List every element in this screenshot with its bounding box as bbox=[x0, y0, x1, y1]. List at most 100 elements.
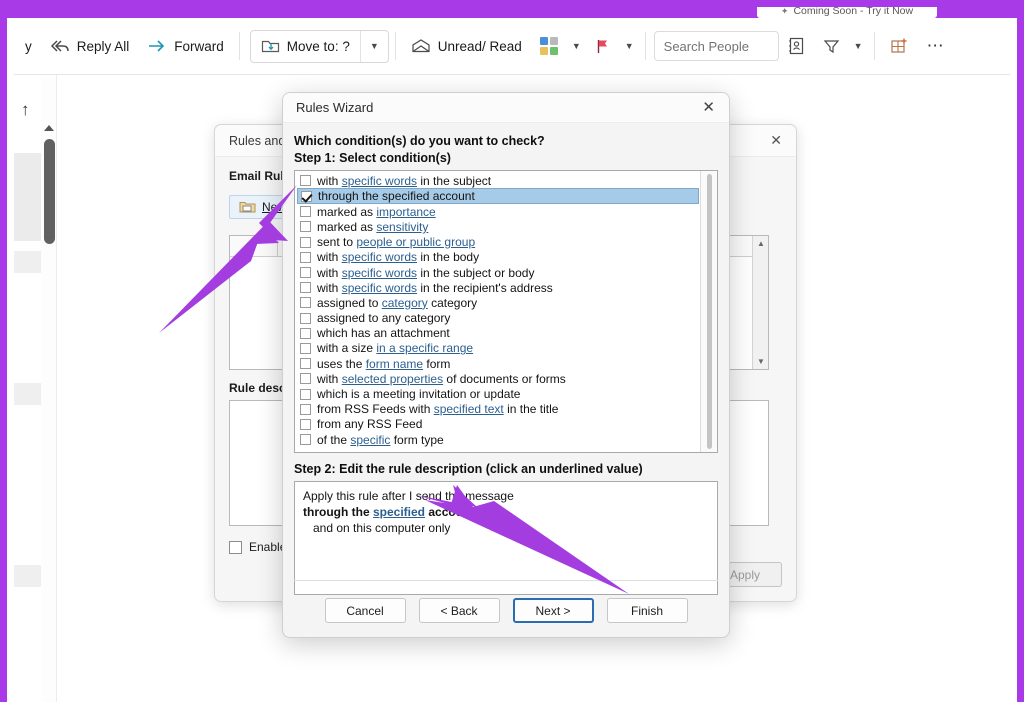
condition-row[interactable]: assigned to category category bbox=[297, 295, 700, 310]
scroll-up-arrow-icon[interactable]: ▲ bbox=[757, 239, 765, 248]
condition-value-link[interactable]: specific words bbox=[342, 174, 417, 188]
cancel-button[interactable]: Cancel bbox=[324, 598, 406, 623]
condition-checkbox[interactable] bbox=[300, 434, 311, 446]
move-to-control[interactable]: Move to: ? ▼ bbox=[249, 29, 389, 63]
rule-description-editor[interactable]: Apply this rule after I send the message… bbox=[294, 481, 718, 595]
condition-value-link[interactable]: specific words bbox=[342, 281, 417, 295]
enable-rule-checkbox[interactable] bbox=[229, 540, 242, 554]
condition-row[interactable]: assigned to any category bbox=[297, 311, 700, 326]
specified-link[interactable]: specified bbox=[373, 505, 425, 519]
condition-row[interactable]: with a size in a specific range bbox=[297, 341, 700, 356]
categorize-button[interactable] bbox=[531, 30, 567, 62]
condition-row[interactable]: from RSS Feeds with specified text in th… bbox=[297, 402, 700, 417]
move-to-button[interactable]: Move to: ? bbox=[251, 31, 360, 62]
condition-checkbox[interactable] bbox=[300, 267, 311, 279]
description-line-3: and on this computer only bbox=[313, 521, 451, 535]
scroll-down-arrow-icon[interactable]: ▼ bbox=[757, 357, 765, 366]
scrollbar-up-arrow-icon[interactable] bbox=[44, 125, 54, 131]
condition-checkbox[interactable] bbox=[300, 221, 311, 233]
condition-checkbox[interactable] bbox=[300, 282, 311, 294]
condition-checkbox[interactable] bbox=[300, 342, 311, 354]
address-book-icon bbox=[788, 37, 805, 55]
address-book-button[interactable] bbox=[779, 30, 814, 62]
condition-label: assigned to any category bbox=[317, 311, 451, 326]
condition-value-link[interactable]: specified text bbox=[434, 402, 504, 416]
add-in-button[interactable] bbox=[881, 30, 918, 62]
toolbar-divider-2 bbox=[394, 32, 396, 60]
rules-list-scrollbar[interactable]: ▲ ▼ bbox=[752, 236, 768, 369]
scrollbar-thumb[interactable] bbox=[44, 139, 55, 244]
condition-row[interactable]: marked as sensitivity bbox=[297, 219, 700, 234]
flag-button[interactable] bbox=[586, 31, 620, 62]
condition-row[interactable]: with specific words in the subject or bo… bbox=[297, 265, 700, 280]
enable-rule-row[interactable]: Enable bbox=[229, 540, 286, 554]
condition-value-link[interactable]: specific words bbox=[342, 250, 417, 264]
condition-label: marked as sensitivity bbox=[317, 219, 429, 234]
condition-value-link[interactable]: specific bbox=[350, 433, 390, 447]
filter-chevron-down-icon[interactable]: ▼ bbox=[849, 41, 868, 51]
condition-row[interactable]: uses the form name form bbox=[297, 356, 700, 371]
condition-row[interactable]: with selected properties of documents or… bbox=[297, 371, 700, 386]
condition-row[interactable]: sent to people or public group bbox=[297, 235, 700, 250]
rules-wizard-title: Rules Wizard bbox=[296, 100, 374, 115]
condition-value-link[interactable]: in a specific range bbox=[376, 341, 473, 355]
condition-row[interactable]: with specific words in the subject bbox=[297, 173, 700, 188]
coming-soon-banner[interactable]: ✦ Coming Soon - Try it Now bbox=[757, 7, 937, 18]
conditions-list[interactable]: with specific words in the subject throug… bbox=[294, 170, 718, 453]
close-icon[interactable]: ✕ bbox=[766, 132, 786, 149]
condition-checkbox[interactable] bbox=[300, 175, 311, 187]
condition-checkbox[interactable] bbox=[300, 358, 311, 370]
scroll-up-arrow-icon[interactable]: ↑ bbox=[21, 101, 30, 118]
toolbar-divider-3 bbox=[644, 32, 646, 60]
condition-row[interactable]: which has an attachment bbox=[297, 326, 700, 341]
condition-value-link[interactable]: specific words bbox=[342, 266, 417, 280]
condition-row[interactable]: from any RSS Feed bbox=[297, 417, 700, 432]
condition-checkbox[interactable] bbox=[300, 251, 311, 263]
conditions-list-scrollbar[interactable] bbox=[700, 171, 717, 452]
condition-value-link[interactable]: importance bbox=[376, 205, 435, 219]
reply-button[interactable]: y bbox=[16, 32, 41, 61]
condition-label: assigned to category category bbox=[317, 295, 478, 310]
condition-label: marked as importance bbox=[317, 204, 436, 219]
reply-all-button[interactable]: Reply All bbox=[41, 31, 139, 61]
condition-checkbox[interactable] bbox=[300, 297, 311, 309]
condition-checkbox[interactable] bbox=[300, 327, 311, 339]
condition-checkbox[interactable] bbox=[300, 206, 311, 218]
search-people-input[interactable] bbox=[653, 31, 779, 61]
categorize-chevron-down-icon[interactable]: ▼ bbox=[567, 41, 586, 51]
filter-button[interactable] bbox=[814, 31, 849, 62]
condition-checkbox[interactable] bbox=[300, 388, 311, 400]
finish-button[interactable]: Finish bbox=[606, 598, 688, 623]
scrollbar-thumb[interactable] bbox=[707, 174, 712, 449]
condition-checkbox[interactable] bbox=[300, 373, 311, 385]
flag-chevron-down-icon[interactable]: ▼ bbox=[620, 41, 639, 51]
condition-checkbox[interactable] bbox=[300, 403, 311, 415]
condition-row[interactable]: marked as importance bbox=[297, 204, 700, 219]
wizard-button-row: Cancel < Back Next > Finish bbox=[283, 598, 729, 623]
condition-value-link[interactable]: sensitivity bbox=[376, 220, 428, 234]
unread-read-button[interactable]: Unread/ Read bbox=[402, 31, 531, 61]
condition-value-link[interactable]: selected properties bbox=[342, 372, 443, 386]
condition-row[interactable]: with specific words in the recipient's a… bbox=[297, 280, 700, 295]
condition-value-link[interactable]: form name bbox=[366, 357, 423, 371]
condition-row[interactable]: which is a meeting invitation or update bbox=[297, 386, 700, 401]
back-button[interactable]: < Back bbox=[418, 598, 500, 623]
condition-row[interactable]: through the specified account bbox=[297, 188, 699, 205]
move-to-label: Move to: ? bbox=[286, 38, 350, 54]
condition-checkbox[interactable] bbox=[300, 236, 311, 248]
chevron-down-icon[interactable]: ▼ bbox=[361, 31, 388, 62]
condition-row[interactable]: with specific words in the body bbox=[297, 250, 700, 265]
rules-wizard-body: Which condition(s) do you want to check?… bbox=[283, 123, 729, 637]
message-list-scrollbar[interactable] bbox=[41, 75, 57, 702]
next-button[interactable]: Next > bbox=[512, 598, 594, 623]
condition-label: with specific words in the recipient's a… bbox=[317, 280, 553, 295]
condition-row[interactable]: of the specific form type bbox=[297, 432, 700, 447]
more-options-button[interactable]: ⋯ bbox=[918, 34, 954, 58]
condition-checkbox[interactable] bbox=[301, 190, 312, 202]
forward-button[interactable]: Forward bbox=[138, 31, 233, 61]
close-icon[interactable]: ✕ bbox=[699, 100, 718, 115]
condition-checkbox[interactable] bbox=[300, 312, 311, 324]
condition-checkbox[interactable] bbox=[300, 418, 311, 430]
condition-value-link[interactable]: people or public group bbox=[356, 235, 475, 249]
condition-value-link[interactable]: category bbox=[382, 296, 428, 310]
